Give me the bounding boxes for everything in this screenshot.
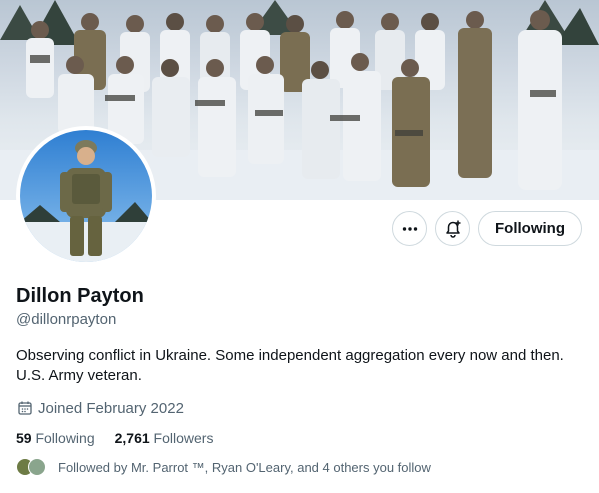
bell-plus-icon <box>445 220 461 238</box>
user-handle: @dillonrpayton <box>16 311 117 328</box>
following-label: Following <box>35 430 95 446</box>
following-count: 59 <box>16 430 32 446</box>
more-dots-icon <box>402 226 417 231</box>
display-name: Dillon Payton <box>16 285 144 307</box>
profile-actions: Following <box>392 211 582 246</box>
followed-by[interactable]: Followed by Mr. Parrot ™, Ryan O'Leary, … <box>16 458 431 476</box>
followed-by-avatars <box>16 458 46 476</box>
followers-label: Followers <box>153 430 214 446</box>
joined-text: Joined February 2022 <box>38 399 184 417</box>
notifications-button[interactable] <box>435 211 471 246</box>
followed-by-text: Followed by Mr. Parrot ™, Ryan O'Leary, … <box>58 459 431 475</box>
profile-bio: Observing conflict in Ukraine. Some inde… <box>16 347 564 384</box>
calendar-icon <box>18 401 32 415</box>
following-button[interactable]: Following <box>478 211 582 246</box>
mini-avatar <box>28 458 46 476</box>
profile-avatar[interactable] <box>16 126 156 266</box>
followers-count: 2,761 <box>114 430 150 446</box>
follow-counts: 59 Following 2,761 Followers <box>16 430 213 446</box>
following-link[interactable]: 59 Following <box>16 430 95 446</box>
followers-link[interactable]: 2,761 Followers <box>115 430 214 446</box>
more-button[interactable] <box>392 211 428 246</box>
joined-date: Joined February 2022 <box>16 399 184 417</box>
avatar-photo <box>20 130 152 262</box>
